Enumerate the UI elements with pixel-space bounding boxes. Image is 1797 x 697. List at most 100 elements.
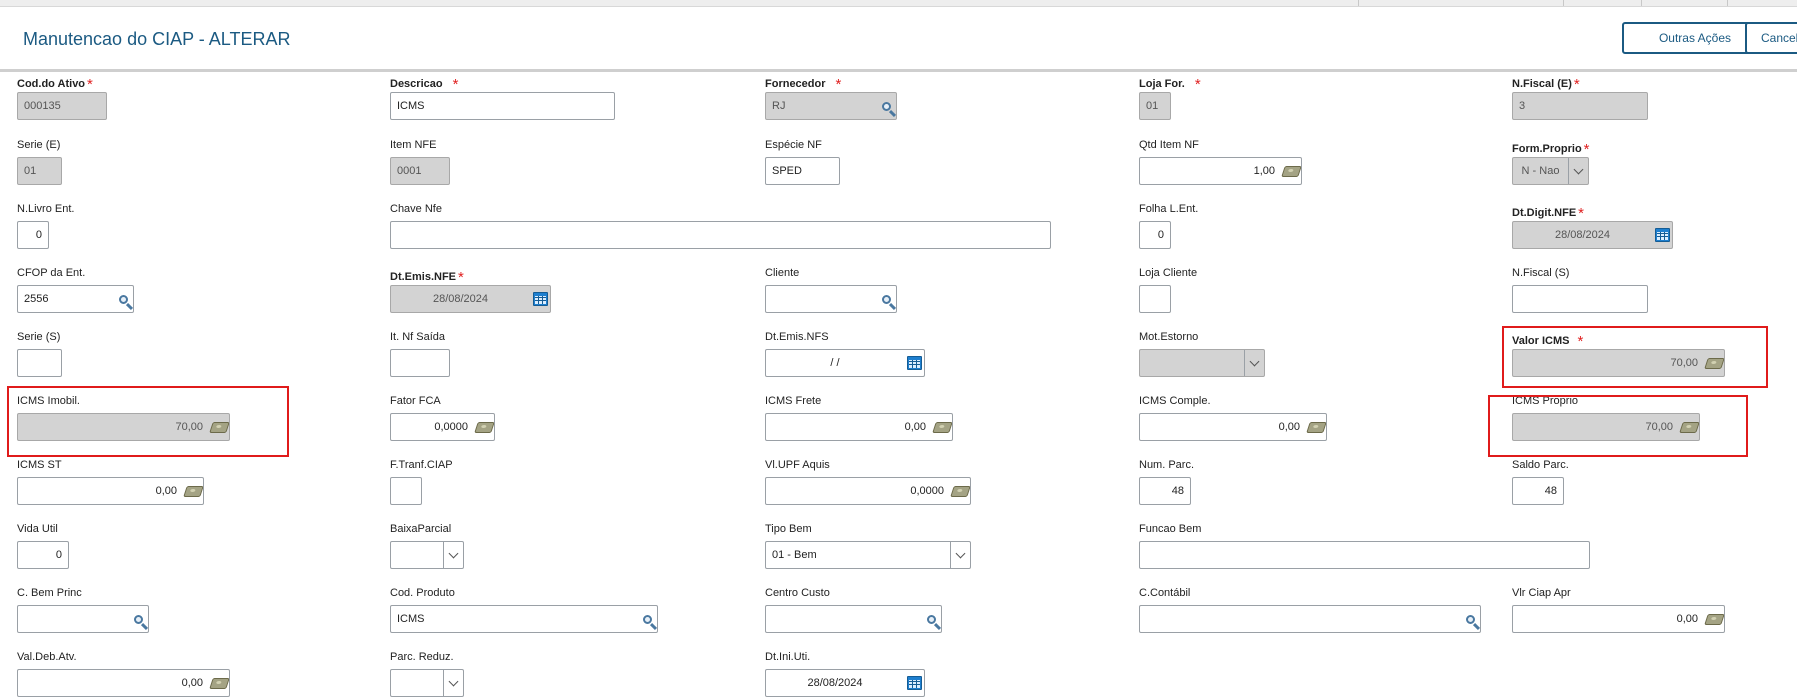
dt-digit-nfe-input[interactable]: 28/08/2024 [1512, 221, 1673, 249]
chevron-down-icon[interactable] [1568, 158, 1588, 184]
folha-lent-label: Folha L.Ent. [1139, 203, 1199, 215]
required-marker: * [87, 76, 93, 93]
cancel-button[interactable]: Cancelar [1745, 22, 1797, 54]
serie-e-input[interactable]: 01 [17, 157, 62, 185]
calendar-icon[interactable] [904, 350, 924, 376]
required-marker: * [1194, 76, 1201, 93]
search-icon[interactable] [128, 606, 148, 632]
qtd-item-nf-input[interactable]: 1,00 [1139, 157, 1302, 185]
form-proprio-label: Form.Proprio [1512, 143, 1582, 155]
fornecedor-value: RJ [772, 100, 786, 112]
vida-util-input[interactable]: 0 [17, 541, 69, 569]
fornecedor-input[interactable]: RJ [765, 92, 897, 120]
highlight-box-icms-imobil [7, 386, 289, 457]
search-icon[interactable] [1460, 606, 1480, 632]
c-bem-princ-input[interactable] [17, 605, 149, 633]
cod-produto-value: ICMS [397, 613, 425, 625]
money-icon[interactable] [208, 670, 229, 696]
money-icon[interactable] [1280, 158, 1301, 184]
it-nf-saida-input[interactable] [390, 349, 450, 377]
dt-emis-nfs-value: / / [830, 357, 840, 369]
c-contabil-input[interactable] [1139, 605, 1481, 633]
fornecedor-label: Fornecedor [765, 78, 826, 90]
especie-nf-label: Espécie NF [765, 139, 822, 151]
folha-lent-input[interactable]: 0 [1139, 221, 1171, 249]
dt-ini-uti-input[interactable]: 28/08/2024 [765, 669, 925, 697]
other-actions-label: Outras Ações [1658, 31, 1732, 45]
c-bem-princ-label: C. Bem Princ [17, 587, 82, 599]
serie-s-label: Serie (S) [17, 331, 61, 343]
icms-frete-input[interactable]: 0,00 [765, 413, 953, 441]
cod-ativo-label: Cod.do Ativo [17, 78, 86, 90]
form-proprio-value: N - Nao [1521, 165, 1560, 177]
vida-util-value: 0 [55, 549, 62, 561]
chave-nfe-input[interactable] [390, 221, 1051, 249]
money-icon[interactable] [1703, 606, 1724, 632]
loja-for-input[interactable]: 01 [1139, 92, 1171, 120]
vlr-ciap-apr-input[interactable]: 0,00 [1512, 605, 1725, 633]
cfop-ent-value: 2556 [24, 293, 49, 305]
search-icon[interactable] [876, 93, 896, 119]
cfop-ent-input[interactable]: 2556 [17, 285, 134, 313]
serie-s-input[interactable] [17, 349, 62, 377]
search-icon[interactable] [876, 286, 896, 312]
cod-produto-input[interactable]: ICMS [390, 605, 658, 633]
serie-e-label: Serie (E) [17, 139, 61, 151]
cfop-ent-label: CFOP da Ent. [17, 267, 86, 279]
money-icon[interactable] [949, 478, 970, 504]
chevron-down-icon[interactable] [1244, 350, 1264, 376]
icms-comple-input[interactable]: 0,00 [1139, 413, 1327, 441]
val-deb-atv-value: 0,00 [181, 677, 203, 689]
icms-comple-value: 0,00 [1278, 421, 1300, 433]
chevron-down-icon[interactable] [443, 670, 463, 696]
descricao-input[interactable]: ICMS [390, 92, 615, 120]
nfiscal-s-input[interactable] [1512, 285, 1648, 313]
qtd-item-nf-label: Qtd Item NF [1139, 139, 1199, 151]
item-nfe-input[interactable]: 0001 [390, 157, 450, 185]
money-icon[interactable] [182, 478, 203, 504]
cod-ativo-input[interactable]: 000135 [17, 92, 107, 120]
nlivro-ent-input[interactable]: 0 [17, 221, 49, 249]
centro-custo-input[interactable] [765, 605, 942, 633]
fator-fca-input[interactable]: 0,0000 [390, 413, 495, 441]
nfiscal-e-input[interactable]: 3 [1512, 92, 1648, 120]
vl-upf-aquis-input[interactable]: 0,0000 [765, 477, 971, 505]
dt-emis-nfs-input[interactable]: / / [765, 349, 925, 377]
money-icon[interactable] [473, 414, 494, 440]
icms-st-input[interactable]: 0,00 [17, 477, 204, 505]
num-parc-input[interactable]: 48 [1139, 477, 1191, 505]
calendar-icon[interactable] [530, 286, 550, 312]
tipo-bem-select[interactable]: 01 - Bem [765, 541, 971, 569]
parc-reduz-select[interactable] [390, 669, 464, 697]
icms-st-value: 0,00 [155, 485, 177, 497]
nfiscal-e-label: N.Fiscal (E) [1512, 78, 1572, 90]
search-icon[interactable] [921, 606, 941, 632]
funcao-bem-label: Funcao Bem [1139, 523, 1202, 535]
especie-nf-input[interactable]: SPED [765, 157, 840, 185]
dt-emis-nfe-input[interactable]: 28/08/2024 [390, 285, 551, 313]
calendar-icon[interactable] [1652, 222, 1672, 248]
cliente-input[interactable] [765, 285, 897, 313]
form-proprio-select[interactable]: N - Nao [1512, 157, 1589, 185]
item-nfe-label: Item NFE [390, 139, 437, 151]
saldo-parc-input[interactable]: 48 [1512, 477, 1564, 505]
search-icon[interactable] [637, 606, 657, 632]
chevron-down-icon[interactable] [950, 542, 970, 568]
funcao-bem-input[interactable] [1139, 541, 1590, 569]
c-contabil-label: C.Contábil [1139, 587, 1191, 599]
icms-frete-label: ICMS Frete [765, 395, 822, 407]
chevron-down-icon[interactable] [443, 542, 463, 568]
search-icon[interactable] [113, 286, 133, 312]
top-strip-divider [1727, 0, 1728, 6]
money-icon[interactable] [931, 414, 952, 440]
val-deb-atv-input[interactable]: 0,00 [17, 669, 230, 697]
mot-estorno-select[interactable] [1139, 349, 1265, 377]
ftranf-ciap-input[interactable] [390, 477, 422, 505]
serie-e-value: 01 [24, 165, 37, 177]
money-icon[interactable] [1305, 414, 1326, 440]
calendar-icon[interactable] [904, 670, 924, 696]
loja-cliente-input[interactable] [1139, 285, 1171, 313]
val-deb-atv-label: Val.Deb.Atv. [17, 651, 77, 663]
nfiscal-e-value: 3 [1519, 100, 1526, 112]
baixa-parcial-select[interactable] [390, 541, 464, 569]
